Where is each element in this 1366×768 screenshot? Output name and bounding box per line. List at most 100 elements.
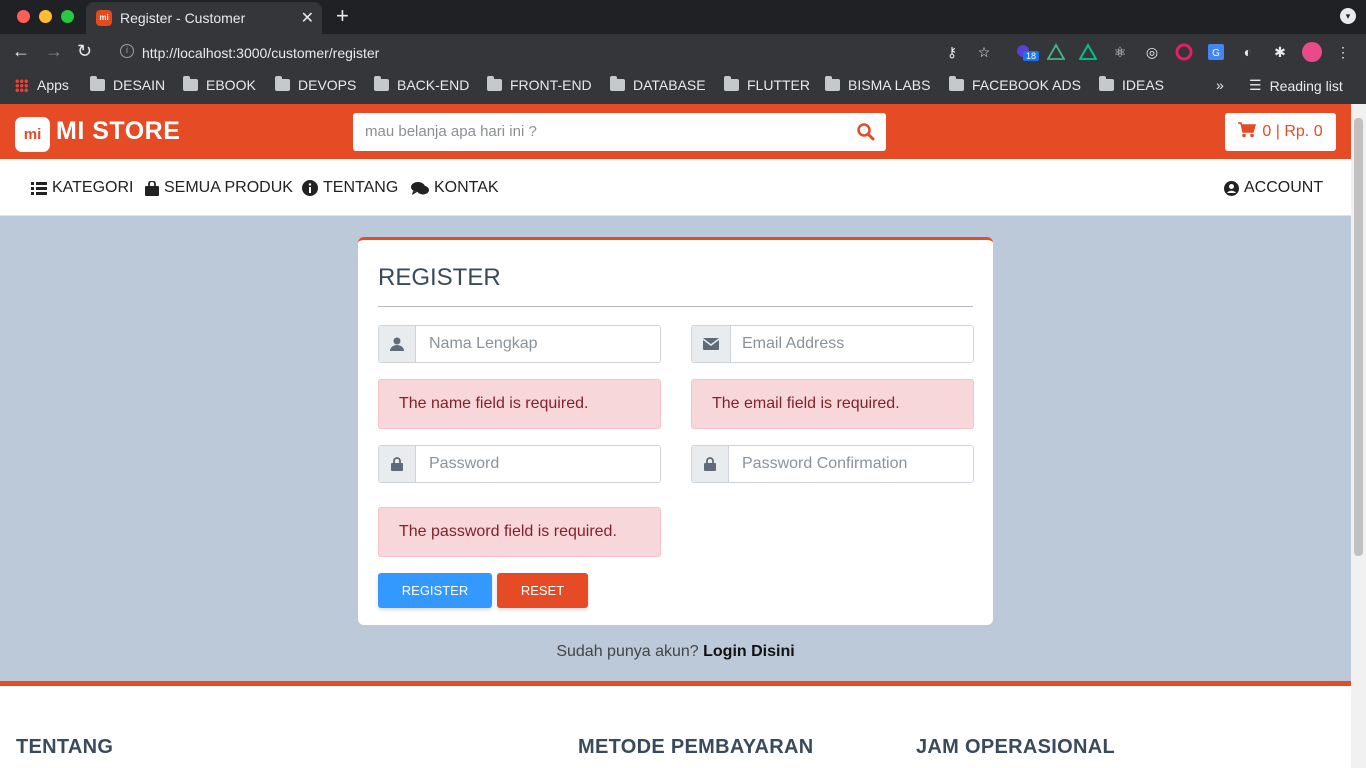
footer-heading-metode-pembayaran: METODE PEMBAYARAN xyxy=(578,736,814,758)
bookmark-star-icon[interactable]: ☆ xyxy=(975,43,993,61)
password-input[interactable] xyxy=(429,455,649,473)
nav-kontak[interactable]: KONTAK xyxy=(411,179,499,197)
bookmark-folder-back-end[interactable]: BACK-END xyxy=(374,76,469,93)
name-error-alert: The name field is required. xyxy=(378,379,661,429)
nuxt-icon[interactable] xyxy=(1078,43,1098,61)
user-circle-icon xyxy=(1224,180,1239,196)
search-box xyxy=(353,113,886,151)
lock-icon xyxy=(692,446,729,482)
maximize-window-button[interactable] xyxy=(61,10,74,23)
bookmarks-overflow-icon[interactable]: » xyxy=(1216,77,1224,93)
folder-icon xyxy=(90,76,105,91)
scrollbar-thumb[interactable] xyxy=(1354,118,1363,556)
name-input[interactable] xyxy=(429,335,649,353)
login-prompt-text: Sudah punya akun? xyxy=(556,643,699,660)
bookmark-folder-bisma-labs[interactable]: BISMA LABS xyxy=(825,76,930,93)
envelope-icon xyxy=(692,326,731,362)
minimize-window-button[interactable] xyxy=(39,10,52,23)
store-name[interactable]: MI STORE xyxy=(56,117,180,146)
bookmark-apps[interactable]: Apps xyxy=(15,77,69,93)
browser-toolbar: ← → ↻ i http://localhost:3000/customer/r… xyxy=(0,34,1366,70)
password-confirmation-field xyxy=(691,445,974,483)
key-icon[interactable]: ⚷ xyxy=(943,43,961,61)
cart-icon xyxy=(1238,122,1257,138)
nav-kategori[interactable]: KATEGORI xyxy=(31,179,134,197)
page-scrollbar[interactable] xyxy=(1351,104,1366,768)
cart-button[interactable]: 0 | Rp. 0 xyxy=(1225,113,1336,151)
folder-icon xyxy=(1099,76,1114,91)
name-field xyxy=(378,325,661,363)
search-icon[interactable] xyxy=(856,122,876,142)
bookmark-folder-database[interactable]: DATABASE xyxy=(610,76,706,93)
footer-heading-jam-operasional: JAM OPERASIONAL xyxy=(916,736,1115,758)
reading-list-button[interactable]: ☰ Reading list xyxy=(1249,77,1343,94)
profile-avatar-icon[interactable] xyxy=(1302,42,1322,62)
bookmark-folder-flutter[interactable]: FLUTTER xyxy=(724,76,810,93)
new-tab-button[interactable]: + xyxy=(336,3,349,29)
folder-icon xyxy=(183,76,198,91)
password-confirmation-input[interactable] xyxy=(742,455,962,473)
cart-summary: 0 | Rp. 0 xyxy=(1262,123,1323,140)
react-devtools-icon[interactable]: ⚛ xyxy=(1111,43,1129,61)
site-info-icon[interactable]: i xyxy=(120,44,134,58)
translate-icon[interactable]: G xyxy=(1207,43,1225,61)
target-extension-icon[interactable]: ◎ xyxy=(1143,43,1161,61)
color-picker-icon[interactable] xyxy=(1175,43,1193,61)
svg-text:G: G xyxy=(1212,48,1220,59)
forward-icon[interactable]: → xyxy=(45,41,63,62)
browser-menu-icon[interactable]: ⋮ xyxy=(1334,43,1352,61)
extensions-puzzle-icon[interactable]: ✱ xyxy=(1271,43,1289,61)
browser-tab[interactable]: mi Register - Customer ✕ xyxy=(86,2,322,34)
password-field xyxy=(378,445,661,483)
vue-devtools-icon[interactable] xyxy=(1046,43,1066,61)
search-input[interactable] xyxy=(365,123,845,140)
apps-icon xyxy=(15,78,28,92)
folder-icon xyxy=(825,76,840,91)
bookmark-folder-ideas[interactable]: IDEAS xyxy=(1099,76,1164,93)
site-footer: TENTANG METODE PEMBAYARAN JAM OPERASIONA… xyxy=(0,686,1351,768)
title-divider xyxy=(378,306,973,307)
register-title: REGISTER xyxy=(378,264,501,291)
tab-search-icon[interactable]: ▾ xyxy=(1340,8,1356,24)
extension-badge-icon[interactable]: 18 xyxy=(1015,43,1039,61)
shopping-bag-icon xyxy=(145,180,159,196)
dark-mode-icon[interactable]: ◐ xyxy=(1239,43,1257,61)
info-circle-icon xyxy=(302,180,318,196)
user-icon xyxy=(379,326,416,362)
lock-icon xyxy=(379,446,416,482)
folder-icon xyxy=(724,76,739,91)
extension-badge-count: 18 xyxy=(1026,51,1036,61)
reading-list-icon: ☰ xyxy=(1249,77,1262,93)
close-window-button[interactable] xyxy=(17,10,30,23)
email-input[interactable] xyxy=(742,335,962,353)
reload-icon[interactable]: ↻ xyxy=(77,41,92,62)
bookmark-folder-desain[interactable]: DESAIN xyxy=(90,76,165,93)
back-icon[interactable]: ← xyxy=(12,41,30,62)
bookmark-folder-front-end[interactable]: FRONT-END xyxy=(487,76,592,93)
tab-close-icon[interactable]: ✕ xyxy=(301,8,314,28)
folder-icon xyxy=(487,76,502,91)
mi-logo[interactable]: mi xyxy=(15,117,50,152)
bookmark-folder-facebook-ads[interactable]: FACEBOOK ADS xyxy=(949,76,1081,93)
site-header: mi MI STORE 0 | Rp. 0 xyxy=(0,104,1351,159)
address-bar[interactable]: i http://localhost:3000/customer/registe… xyxy=(110,37,930,67)
nav-tentang[interactable]: TENTANG xyxy=(302,179,398,197)
tab-title: Register - Customer xyxy=(120,10,246,26)
address-url: http://localhost:3000/customer/register xyxy=(142,45,380,61)
comments-icon xyxy=(411,181,429,195)
register-card: REGISTER The name field is required. The… xyxy=(358,237,993,625)
nav-account[interactable]: ACCOUNT xyxy=(1224,179,1323,197)
password-error-alert: The password field is required. xyxy=(378,507,661,557)
email-error-alert: The email field is required. xyxy=(691,379,974,429)
browser-tabbar: mi Register - Customer ✕ + ▾ xyxy=(0,0,1366,34)
login-link[interactable]: Login Disini xyxy=(703,643,795,660)
footer-heading-tentang: TENTANG xyxy=(16,736,114,758)
nav-semua-produk[interactable]: SEMUA PRODUK xyxy=(145,179,293,197)
folder-icon xyxy=(949,76,964,91)
bookmark-folder-ebook[interactable]: EBOOK xyxy=(183,76,256,93)
login-prompt: Sudah punya akun? Login Disini xyxy=(0,643,1351,661)
register-button[interactable]: REGISTER xyxy=(378,573,492,608)
reset-button[interactable]: RESET xyxy=(497,573,588,608)
main-nav: KATEGORI SEMUA PRODUK TENTANG KONTAK ACC… xyxy=(0,159,1351,216)
bookmark-folder-devops[interactable]: DEVOPS xyxy=(275,76,356,93)
